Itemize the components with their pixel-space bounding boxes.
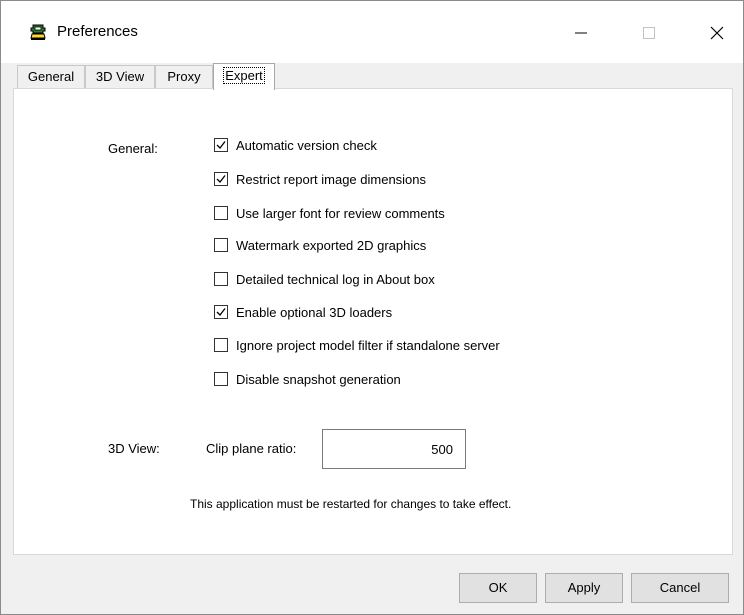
checkmark-icon bbox=[216, 175, 226, 183]
checkbox-box[interactable] bbox=[214, 138, 228, 152]
maximize-button[interactable] bbox=[627, 13, 673, 53]
expert-panel: General: Automatic version check Restric… bbox=[13, 88, 733, 555]
checkmark-icon bbox=[216, 141, 226, 149]
checkbox-label: Restrict report image dimensions bbox=[236, 172, 427, 187]
ok-button[interactable]: OK bbox=[459, 573, 537, 603]
minimize-icon bbox=[575, 32, 587, 34]
checkbox-label: Use larger font for review comments bbox=[236, 206, 445, 221]
checkbox-box[interactable] bbox=[214, 272, 228, 286]
close-button[interactable] bbox=[695, 13, 741, 53]
tab-proxy[interactable]: Proxy bbox=[155, 65, 213, 88]
clip-plane-ratio-label: Clip plane ratio: bbox=[206, 441, 297, 456]
cancel-button[interactable]: Cancel bbox=[631, 573, 729, 603]
maximize-icon bbox=[643, 27, 655, 39]
apply-button[interactable]: Apply bbox=[545, 573, 623, 603]
checkbox-label: Watermark exported 2D graphics bbox=[236, 238, 427, 253]
close-icon bbox=[710, 26, 724, 40]
checkbox-label: Ignore project model filter if standalon… bbox=[236, 338, 500, 353]
minimize-button[interactable] bbox=[559, 13, 605, 53]
tab-general[interactable]: General bbox=[17, 65, 85, 88]
checkbox-label: Disable snapshot generation bbox=[236, 372, 401, 387]
general-section-label: General: bbox=[108, 141, 158, 156]
restart-notice: This application must be restarted for c… bbox=[190, 497, 512, 511]
tab-strip: General 3D View Proxy Expert bbox=[1, 63, 743, 90]
tab-3d-view[interactable]: 3D View bbox=[85, 65, 155, 88]
checkbox-box[interactable] bbox=[214, 338, 228, 352]
window-title: Preferences bbox=[57, 23, 138, 40]
checkbox-label: Automatic version check bbox=[236, 138, 377, 153]
tab-expert-label: Expert bbox=[223, 67, 265, 84]
title-bar: Preferences bbox=[1, 1, 743, 63]
tab-expert[interactable]: Expert bbox=[213, 63, 275, 90]
checkbox-box[interactable] bbox=[214, 305, 228, 319]
3d-view-section-label: 3D View: bbox=[108, 441, 160, 456]
checkbox-box[interactable] bbox=[214, 238, 228, 252]
preferences-dialog: Preferences General 3D View Proxy Expert… bbox=[0, 0, 744, 615]
checkbox-label: Enable optional 3D loaders bbox=[236, 305, 393, 320]
checkmark-icon bbox=[216, 308, 226, 316]
clip-plane-ratio-input[interactable] bbox=[322, 429, 466, 469]
app-logo-icon bbox=[30, 24, 46, 40]
checkbox-box[interactable] bbox=[214, 372, 228, 386]
checkbox-box[interactable] bbox=[214, 172, 228, 186]
checkbox-label: Detailed technical log in About box bbox=[236, 272, 435, 287]
checkbox-box[interactable] bbox=[214, 206, 228, 220]
